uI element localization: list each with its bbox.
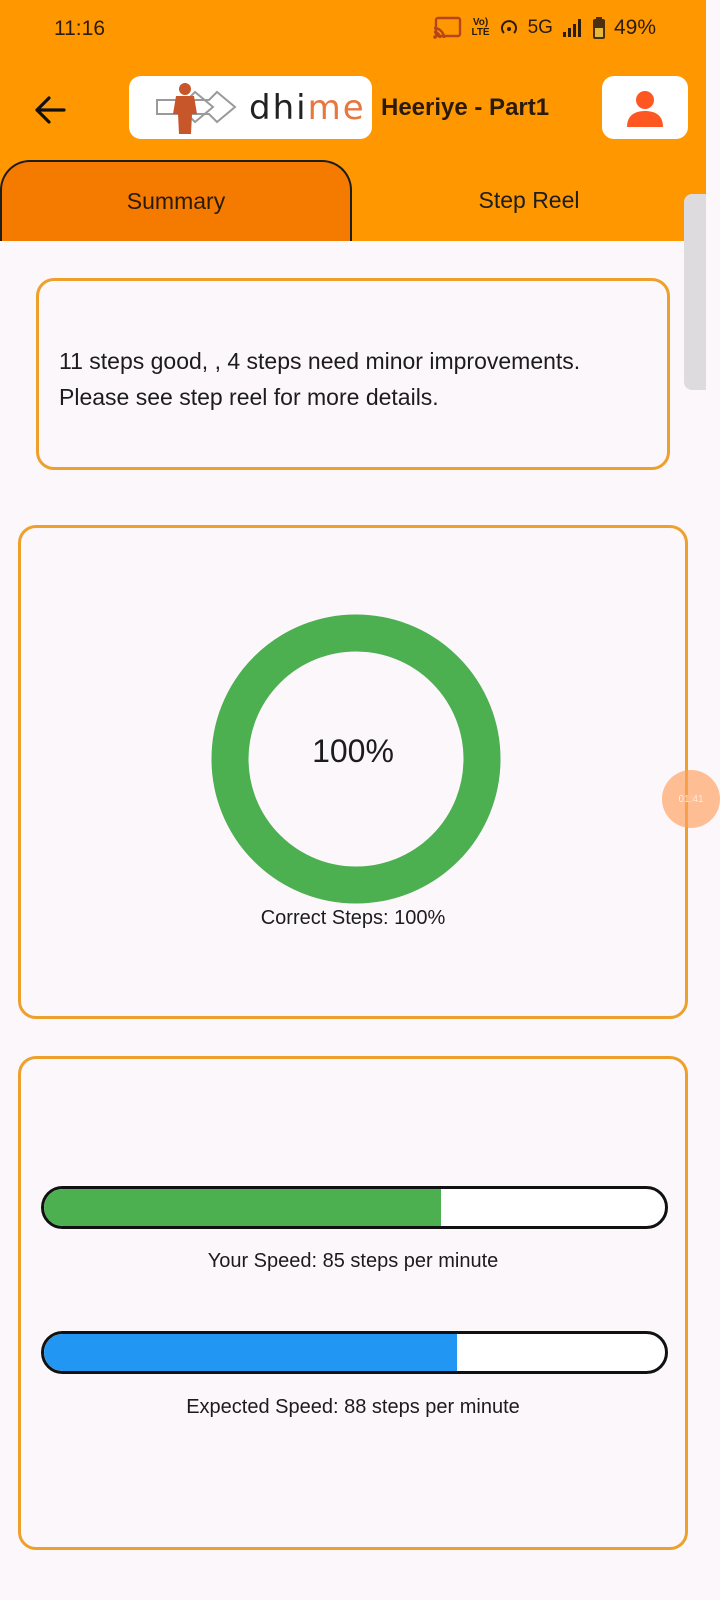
cast-icon xyxy=(432,16,462,40)
battery-percent: 49% xyxy=(613,16,656,39)
correct-steps-caption: Correct Steps: 100% xyxy=(260,907,446,929)
status-time: 11:16 xyxy=(54,17,105,40)
status-icons: Vo) LTE 5G 49% xyxy=(432,16,656,40)
logo-wordmark: dhime xyxy=(249,88,366,128)
battery-icon xyxy=(592,17,605,39)
your-speed-bar xyxy=(41,1186,668,1229)
tab-summary[interactable]: Summary xyxy=(0,160,352,241)
back-arrow-icon xyxy=(35,96,66,124)
expected-speed-bar xyxy=(41,1331,668,1374)
network-type: 5G xyxy=(527,17,553,38)
app-bar: dhime Heeriye - Part1 xyxy=(0,60,706,160)
tab-step-reel[interactable]: Step Reel xyxy=(352,160,706,241)
summary-line-2: Please see step reel for more details. xyxy=(59,384,439,410)
status-bar: 11:16 Vo) LTE 5G 49% xyxy=(0,0,706,60)
summary-line-1: 11 steps good, , 4 steps need minor impr… xyxy=(59,348,581,374)
correct-steps-card: 100% Correct Steps: 100% xyxy=(18,525,688,1019)
dancer-logo-icon xyxy=(156,83,237,134)
profile-button[interactable] xyxy=(602,76,688,139)
back-button[interactable] xyxy=(26,88,74,132)
summary-card: 11 steps good, , 4 steps need minor impr… xyxy=(36,278,670,470)
expected-speed-caption: Expected Speed: 88 steps per minute xyxy=(186,1396,520,1418)
expected-speed-fill xyxy=(44,1334,457,1371)
user-icon xyxy=(627,90,663,127)
hotspot-icon xyxy=(499,18,519,38)
signal-icon xyxy=(562,18,584,38)
app-logo: dhime xyxy=(129,76,372,139)
your-speed-fill xyxy=(44,1189,442,1226)
donut-center-label: 100% xyxy=(312,733,394,769)
floating-timer-bubble[interactable]: 01:41 xyxy=(662,770,720,828)
speed-card: Your Speed: 85 steps per minute Expected… xyxy=(18,1056,688,1550)
your-speed-caption: Your Speed: 85 steps per minute xyxy=(207,1250,499,1272)
page-title: Heeriye - Part1 xyxy=(381,94,550,121)
scrollbar-thumb[interactable] xyxy=(684,194,706,390)
tab-bar: Summary Step Reel xyxy=(0,160,706,241)
volte-icon: Vo) LTE xyxy=(471,17,490,38)
